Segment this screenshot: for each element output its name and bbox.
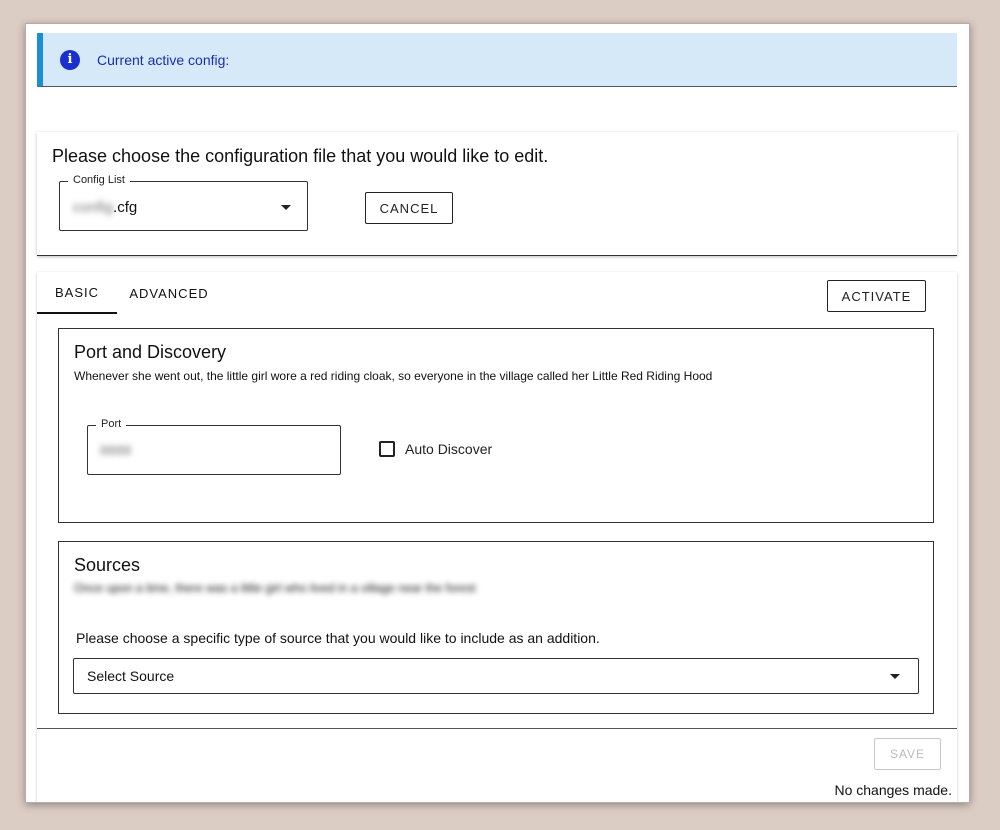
port-input-value: 8888 bbox=[100, 442, 132, 458]
active-config-banner: i Current active config: bbox=[37, 33, 957, 87]
port-field[interactable]: Port 8888 bbox=[87, 418, 341, 475]
config-list-value: config.cfg bbox=[73, 199, 137, 216]
banner-text: Current active config: bbox=[97, 51, 230, 68]
save-status-text: No changes made. bbox=[834, 782, 952, 798]
source-prompt: Please choose a specific type of source … bbox=[76, 630, 600, 646]
config-list-label: Config List bbox=[68, 174, 130, 186]
config-editor-window: i Current active config: Please choose t… bbox=[25, 23, 970, 803]
config-name-blurred: config bbox=[73, 199, 114, 216]
port-label: Port bbox=[96, 418, 127, 430]
chevron-down-icon bbox=[281, 205, 291, 210]
port-section-title: Port and Discovery bbox=[74, 342, 227, 362]
tab-advanced[interactable]: ADVANCED bbox=[123, 272, 215, 314]
sources-section-title: Sources bbox=[74, 555, 141, 575]
footer-divider bbox=[37, 728, 957, 729]
config-tabs-card: BASIC ADVANCED ACTIVATE Port and Discove… bbox=[37, 272, 957, 802]
source-select-placeholder: Select Source bbox=[87, 668, 175, 684]
auto-discover-label: Auto Discover bbox=[405, 441, 493, 457]
chevron-down-icon bbox=[890, 674, 900, 679]
sources-section: Sources Once upon a time, there was a li… bbox=[58, 541, 934, 714]
cancel-button[interactable]: CANCEL bbox=[365, 192, 453, 224]
save-button[interactable]: SAVE bbox=[874, 738, 941, 770]
sources-section-description: Once upon a time, there was a little gir… bbox=[74, 581, 476, 595]
config-extension: .cfg bbox=[113, 199, 138, 216]
port-discovery-section: Port and Discovery Whenever she went out… bbox=[58, 328, 934, 523]
config-chooser-title: Please choose the configuration file tha… bbox=[52, 146, 549, 166]
info-icon: i bbox=[60, 49, 80, 70]
source-select[interactable]: Select Source bbox=[73, 658, 919, 694]
tab-basic[interactable]: BASIC bbox=[37, 272, 117, 314]
activate-button[interactable]: ACTIVATE bbox=[827, 280, 926, 312]
config-list-select[interactable]: Config List config.cfg bbox=[59, 174, 308, 231]
auto-discover-toggle[interactable]: Auto Discover bbox=[379, 441, 492, 457]
auto-discover-checkbox[interactable] bbox=[379, 441, 395, 457]
port-section-description: Whenever she went out, the little girl w… bbox=[74, 369, 713, 383]
config-chooser-card: Please choose the configuration file tha… bbox=[37, 132, 957, 256]
